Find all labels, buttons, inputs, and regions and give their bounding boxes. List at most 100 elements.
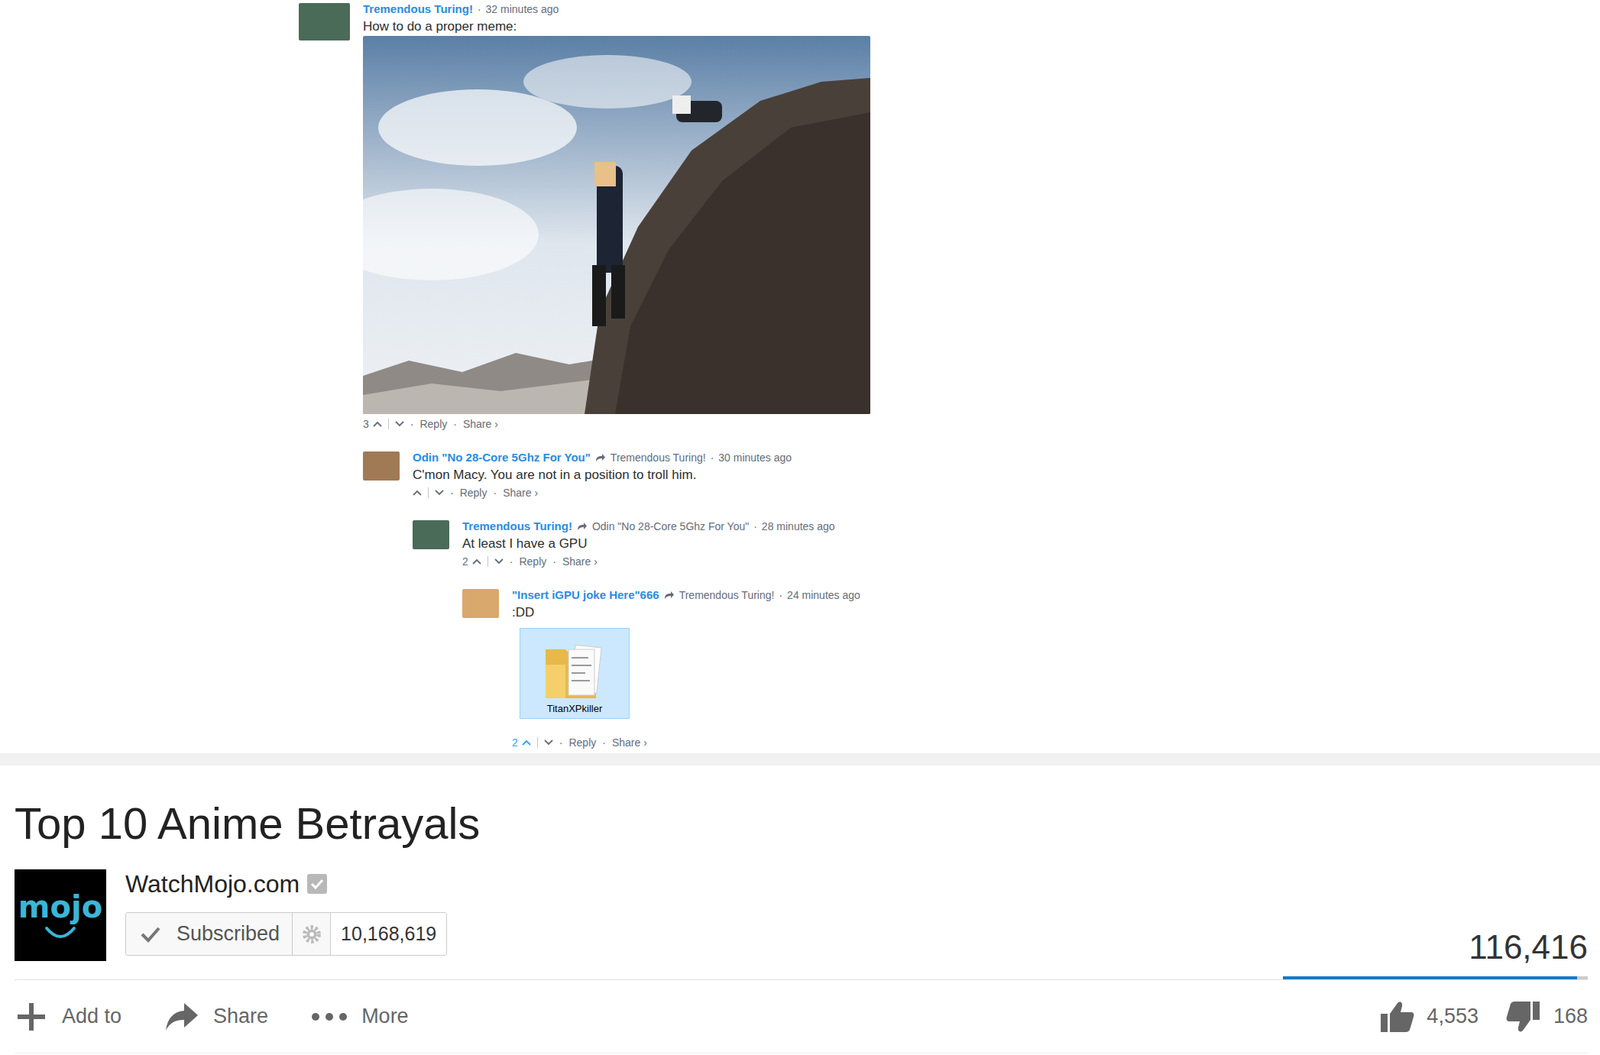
separator: · — [559, 735, 564, 752]
dislike-button[interactable]: 168 — [1506, 1000, 1588, 1034]
share-button[interactable]: Share › — [612, 735, 648, 752]
share-button[interactable]: Share › — [562, 553, 598, 571]
sentiment-bar — [1282, 976, 1588, 980]
downvote-icon[interactable] — [434, 489, 444, 496]
upvote-icon — [521, 739, 532, 746]
upvote-button[interactable]: 2 — [511, 735, 532, 752]
upvote-button[interactable]: 3 — [362, 416, 383, 433]
channel-name[interactable]: WatchMojo.com — [125, 865, 300, 903]
reply-arrow-icon — [663, 590, 675, 600]
comment-actions: ·Reply·Share › — [412, 484, 1600, 502]
downvote-icon[interactable] — [494, 558, 504, 565]
gear-icon — [301, 924, 322, 945]
comment-header: Tremendous Turing! Odin "No 28-Core 5Ghz … — [462, 518, 1600, 535]
author-name[interactable]: "Insert iGPU joke Here"666 — [511, 586, 660, 605]
channel-row: mojo WatchMojo.com Subscribed 10,168,619 116… — [14, 869, 1588, 980]
separator: · — [552, 553, 557, 571]
comment-actions: 2·Reply·Share › — [462, 553, 1600, 571]
reply-arrow-icon — [576, 521, 588, 532]
comment-body: "Insert iGPU joke Here"666 Tremendous Tur… — [511, 586, 1600, 752]
upvote-button[interactable] — [412, 489, 422, 496]
reply-to-name[interactable]: Tremendous Turing! — [679, 587, 775, 604]
primary-actions: Add to Share More — [14, 1000, 409, 1034]
channel-name-row: WatchMojo.com — [125, 868, 447, 900]
subscriber-count-box: 10,168,619 — [330, 913, 447, 956]
vote-count: 2 — [462, 553, 469, 571]
avatar[interactable] — [412, 520, 450, 550]
subscriber-count: 10,168,619 — [340, 919, 437, 949]
upvote-icon — [412, 489, 422, 496]
timestamp[interactable]: 30 minutes ago — [718, 450, 792, 467]
folder-icon — [542, 641, 607, 702]
folder-label: TitanXPkiller — [547, 702, 603, 716]
author-name[interactable]: Tremendous Turing! — [462, 518, 573, 536]
comment-actions: 2·Reply·Share › — [511, 734, 1600, 752]
more-button[interactable]: More — [310, 1000, 409, 1033]
reply-button[interactable]: Reply — [419, 416, 447, 433]
page: Tremendous Turing!·32 minutes agoHow to … — [0, 0, 1600, 1054]
meme-photo — [362, 35, 871, 415]
separator: · — [410, 416, 415, 433]
timestamp[interactable]: 24 minutes ago — [787, 587, 861, 604]
like-button[interactable]: 4,553 — [1379, 1000, 1479, 1034]
upvote-button[interactable]: 2 — [462, 553, 482, 571]
subscribe-label: Subscribed — [176, 918, 280, 950]
action-label: Share — [213, 1000, 269, 1033]
comment-body: Tremendous Turing!·32 minutes agoHow to … — [362, 0, 1600, 752]
check-icon — [139, 925, 162, 944]
comment-header: Odin "No 28-Core 5Ghz For You" Tremendous… — [412, 449, 1600, 467]
downvote-icon[interactable] — [544, 739, 554, 746]
reply-to-name[interactable]: Odin "No 28-Core 5Ghz For You" — [592, 518, 749, 535]
comment-text: How to do a proper meme: — [362, 17, 1600, 36]
vote-divider — [487, 556, 489, 567]
video-title: Top 10 Anime Betrayals — [14, 799, 1588, 849]
upvote-icon — [472, 558, 482, 565]
settings-button[interactable] — [291, 913, 331, 956]
separator: · — [509, 553, 514, 571]
channel-logo[interactable]: mojo — [14, 869, 107, 962]
add-to-button[interactable]: Add to — [14, 1000, 122, 1034]
rating-actions: 4,553 168 — [1379, 1000, 1588, 1034]
comment: "Insert iGPU joke Here"666 Tremendous Tur… — [462, 586, 1600, 752]
separator: · — [753, 518, 758, 535]
view-count: 116,416 — [1468, 927, 1588, 968]
downvote-icon[interactable] — [395, 421, 405, 428]
reply-button[interactable]: Reply — [459, 485, 488, 502]
action-label: More — [361, 1000, 409, 1033]
author-name[interactable]: Tremendous Turing! — [362, 0, 473, 19]
section-divider — [0, 753, 1600, 766]
author-name[interactable]: Odin "No 28-Core 5Ghz For You" — [412, 449, 591, 467]
subscribe-button[interactable]: Subscribed — [126, 913, 292, 956]
more-icon — [310, 1012, 348, 1022]
smile-icon — [43, 925, 78, 941]
share-button[interactable]: Share — [164, 1000, 269, 1033]
verified-icon — [307, 874, 328, 894]
action-label: Add to — [61, 1000, 122, 1033]
separator: · — [602, 735, 606, 752]
comment-body: Tremendous Turing! Odin "No 28-Core 5Ghz … — [462, 518, 1600, 752]
avatar[interactable] — [462, 589, 499, 619]
comment-actions: 3·Reply·Share › — [362, 415, 1600, 433]
comment: Tremendous Turing!·32 minutes agoHow to … — [298, 0, 1600, 752]
folder-thumbnail[interactable]: TitanXPkiller — [519, 628, 630, 720]
dislike-count: 168 — [1553, 1000, 1588, 1033]
timestamp[interactable]: 32 minutes ago — [485, 1, 560, 18]
timestamp[interactable]: 28 minutes ago — [761, 518, 836, 535]
reply-button[interactable]: Reply — [568, 735, 596, 752]
sentiment-fill — [1282, 976, 1578, 980]
video-info: Top 10 Anime Betrayals mojo WatchMojo.com S… — [0, 765, 1600, 1054]
comment-text: :DD — [511, 603, 1600, 622]
avatar[interactable] — [298, 3, 350, 41]
add-icon — [14, 1000, 49, 1034]
share-button[interactable]: Share › — [502, 485, 538, 502]
reply-button[interactable]: Reply — [518, 553, 547, 571]
reply-to-name[interactable]: Tremendous Turing! — [610, 450, 707, 467]
avatar[interactable] — [362, 451, 400, 481]
folder-kind — [542, 641, 607, 702]
comments-section: Tremendous Turing!·32 minutes agoHow to … — [0, 0, 1600, 754]
separator: · — [778, 587, 783, 604]
comment-text: C'mon Macy. You are not in a position to… — [412, 466, 1600, 485]
comment-header: "Insert iGPU joke Here"666 Tremendous Tur… — [511, 586, 1600, 604]
stats-block: 116,416 — [1282, 869, 1588, 980]
share-button[interactable]: Share › — [463, 416, 499, 433]
